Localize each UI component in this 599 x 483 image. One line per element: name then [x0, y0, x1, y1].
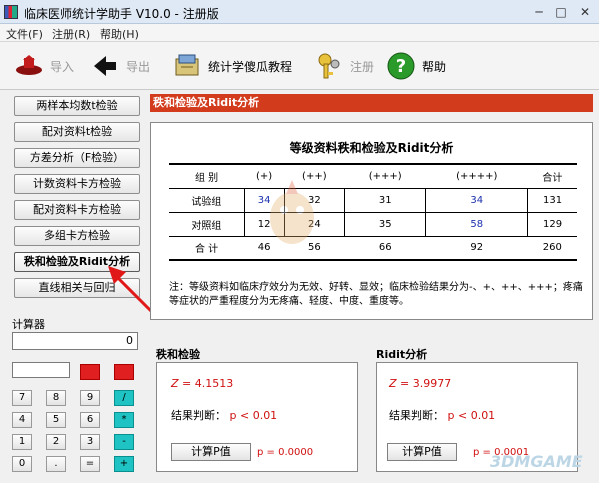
ridit-label: Ridit分析 [376, 348, 428, 361]
table-header-row: 组 别 (+) (++) (+++) (++++) 合计 [169, 163, 577, 189]
ranksum-judgement: 结果判断： p < 0.01 [171, 409, 278, 422]
nav-paired-t[interactable]: 配对资料t检验 [14, 122, 140, 142]
table-cell[interactable]: 34 [425, 188, 529, 213]
key-icon [314, 51, 344, 81]
calc-key-4[interactable]: 4 [12, 412, 32, 428]
menu-file[interactable]: 文件(F) [6, 26, 43, 42]
table-cell[interactable]: 35 [344, 212, 427, 237]
calc-key-1[interactable]: 1 [12, 434, 32, 450]
ranksum-box: Z = 4.1513 结果判断： p < 0.01 计算P值 p = 0.000… [156, 362, 358, 472]
tutorial-icon [172, 51, 202, 81]
table-cell: 92 [425, 236, 528, 261]
calc-key-5[interactable]: 5 [46, 412, 66, 428]
watermark-mascot-icon [270, 180, 314, 244]
nav-paired-chi-square[interactable]: 配对资料卡方检验 [14, 200, 140, 220]
title-bar: 临床医师统计学助手 V10.0 - 注册版 ─ □ ✕ [0, 0, 599, 24]
register-button[interactable]: 注册 [314, 48, 374, 84]
watermark-text: 3DMGAME [490, 452, 583, 471]
ridit-judgement: 结果判断： p < 0.01 [389, 409, 496, 422]
nav-multi-chi-square[interactable]: 多组卡方检验 [14, 226, 140, 246]
app-icon [4, 5, 18, 19]
ranksum-p-value: p = 0.0000 [257, 447, 314, 458]
svg-text:?: ? [396, 56, 406, 77]
calc-key-0[interactable]: 0 [12, 456, 32, 472]
ridit-stat: Z = 3.9977 [389, 377, 452, 390]
nav-two-sample-t[interactable]: 两样本均数t检验 [14, 96, 140, 116]
calc-clear-button[interactable] [80, 364, 100, 380]
data-table: 组 别 (+) (++) (+++) (++++) 合计 试验组 34 32 3… [169, 163, 577, 261]
table-cell[interactable]: 试验组 [169, 188, 245, 213]
calc-key-multiply[interactable]: * [114, 412, 134, 428]
calc-key-divide[interactable]: / [114, 390, 134, 406]
table-row: 试验组 34 32 31 34 131 [169, 188, 577, 213]
report-area: 等级资料秩和检验及Ridit分析 组 别 (+) (++) (+++) (+++… [150, 122, 593, 320]
help-button[interactable]: ? 帮助 [386, 48, 446, 84]
window-title: 临床医师统计学助手 V10.0 - 注册版 [24, 7, 219, 21]
nav-anova[interactable]: 方差分析（F检验） [14, 148, 140, 168]
calc-key-2[interactable]: 2 [46, 434, 66, 450]
ranksum-stat: Z = 4.1513 [171, 377, 234, 390]
table-header: (++++) [425, 163, 528, 189]
calc-key-dot[interactable]: . [46, 456, 66, 472]
report-note: 注：等级资料如临床疗效分为无效、好转、显效；临床检验结果分为-、+、++、+++… [169, 282, 583, 307]
table-cell: 129 [527, 212, 577, 237]
calculator-title: 计算器 [12, 318, 45, 331]
table-cell: 260 [527, 236, 577, 261]
calc-key-7[interactable]: 7 [12, 390, 32, 406]
close-icon[interactable]: ✕ [577, 4, 593, 20]
report-title: 等级资料秩和检验及Ridit分析 [289, 141, 454, 155]
menu-bar: 文件(F) 注册(R) 帮助(H) [0, 24, 599, 42]
table-cell: 合 计 [169, 236, 245, 261]
export-button[interactable]: 导出 [90, 48, 150, 84]
ranksum-calc-p-button[interactable]: 计算P值 [171, 443, 251, 461]
calc-key-9[interactable]: 9 [80, 390, 100, 406]
table-header: 合计 [527, 163, 577, 189]
calculator-memory [12, 362, 70, 378]
toolbar: 导入 导出 统计学傻瓜教程 注册 ? 帮助 [0, 42, 599, 90]
table-cell: 131 [527, 188, 577, 213]
calc-key-6[interactable]: 6 [80, 412, 100, 428]
nav-chi-square[interactable]: 计数资料卡方检验 [14, 174, 140, 194]
calculator-display: 0 [12, 332, 138, 350]
help-question-icon: ? [386, 51, 416, 81]
table-total-row: 合 计 46 56 66 92 260 [169, 236, 577, 261]
minimize-icon[interactable]: ─ [531, 4, 547, 20]
calc-key-plus[interactable]: + [114, 456, 134, 472]
panel-title: 秩和检验及Ridit分析 [150, 94, 593, 112]
calc-key-equals[interactable]: = [80, 456, 100, 472]
menu-help[interactable]: 帮助(H) [100, 26, 139, 42]
export-arrow-icon [90, 51, 120, 81]
calc-clear-entry-button[interactable] [114, 364, 134, 380]
table-cell[interactable]: 58 [425, 212, 529, 237]
ridit-calc-p-button[interactable]: 计算P值 [387, 443, 457, 461]
calc-key-3[interactable]: 3 [80, 434, 100, 450]
table-cell[interactable]: 对照组 [169, 212, 245, 237]
import-icon [14, 51, 44, 81]
ranksum-label: 秩和检验 [156, 348, 200, 361]
table-cell: 66 [344, 236, 426, 261]
table-cell[interactable]: 31 [344, 188, 427, 213]
menu-register[interactable]: 注册(R) [52, 26, 90, 42]
table-header: (+++) [344, 163, 426, 189]
import-button[interactable]: 导入 [14, 48, 74, 84]
tutorial-button[interactable]: 统计学傻瓜教程 [172, 48, 292, 84]
calc-key-minus[interactable]: - [114, 434, 134, 450]
table-header: 组 别 [169, 163, 245, 189]
maximize-icon[interactable]: □ [553, 4, 569, 20]
table-row: 对照组 12 24 35 58 129 [169, 212, 577, 237]
calc-key-8[interactable]: 8 [46, 390, 66, 406]
